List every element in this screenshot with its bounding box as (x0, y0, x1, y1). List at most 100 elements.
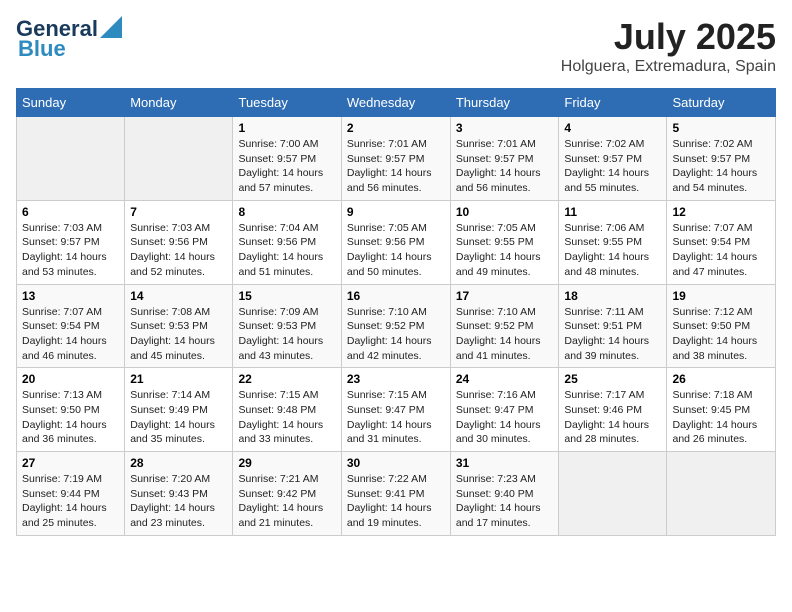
calendar-cell: 6Sunrise: 7:03 AMSunset: 9:57 PMDaylight… (17, 200, 125, 284)
day-info: Sunrise: 7:21 AMSunset: 9:42 PMDaylight:… (238, 472, 335, 531)
day-info: Sunrise: 7:13 AMSunset: 9:50 PMDaylight:… (22, 388, 119, 447)
day-number: 3 (456, 121, 554, 135)
day-info: Sunrise: 7:02 AMSunset: 9:57 PMDaylight:… (672, 137, 770, 196)
day-info: Sunrise: 7:07 AMSunset: 9:54 PMDaylight:… (22, 305, 119, 364)
day-info: Sunrise: 7:05 AMSunset: 9:56 PMDaylight:… (347, 221, 445, 280)
calendar-cell: 29Sunrise: 7:21 AMSunset: 9:42 PMDayligh… (233, 452, 341, 536)
day-info: Sunrise: 7:05 AMSunset: 9:55 PMDaylight:… (456, 221, 554, 280)
day-number: 16 (347, 289, 445, 303)
day-number: 14 (130, 289, 227, 303)
day-number: 18 (564, 289, 661, 303)
day-number: 26 (672, 372, 770, 386)
calendar-cell: 13 Sunrise: 7:07 AMSunset: 9:54 PMDayligh… (17, 284, 125, 368)
calendar-week-row: 27 Sunrise: 7:19 AMSunset: 9:44 PMDayligh… (17, 452, 776, 536)
day-number: 6 (22, 205, 119, 219)
day-info: Sunrise: 7:01 AMSunset: 9:57 PMDaylight:… (347, 137, 445, 196)
calendar-cell: 15 Sunrise: 7:09 AMSunset: 9:53 PMDayligh… (233, 284, 341, 368)
day-number: 1 (238, 121, 335, 135)
day-info: Sunrise: 7:01 AMSunset: 9:57 PMDaylight:… (456, 137, 554, 196)
calendar-cell: 2 Sunrise: 7:01 AMSunset: 9:57 PMDaylight… (341, 117, 450, 201)
day-info: Sunrise: 7:02 AMSunset: 9:57 PMDaylight:… (564, 137, 661, 196)
day-number: 5 (672, 121, 770, 135)
logo: General Blue (16, 16, 122, 62)
day-info: Sunrise: 7:07 AMSunset: 9:54 PMDaylight:… (672, 221, 770, 280)
calendar-week-row: 20 Sunrise: 7:13 AMSunset: 9:50 PMDayligh… (17, 368, 776, 452)
day-info: Sunrise: 7:10 AMSunset: 9:52 PMDaylight:… (347, 305, 445, 364)
day-info: Sunrise: 7:10 AMSunset: 9:52 PMDaylight:… (456, 305, 554, 364)
day-info: Sunrise: 7:19 AMSunset: 9:44 PMDaylight:… (22, 472, 119, 531)
day-number: 21 (130, 372, 227, 386)
day-info: Sunrise: 7:03 AMSunset: 9:56 PMDaylight:… (130, 221, 227, 280)
calendar-table: SundayMondayTuesdayWednesdayThursdayFrid… (16, 88, 776, 536)
day-info: Sunrise: 7:20 AMSunset: 9:43 PMDaylight:… (130, 472, 227, 531)
day-info: Sunrise: 7:00 AMSunset: 9:57 PMDaylight:… (238, 137, 335, 196)
day-number: 28 (130, 456, 227, 470)
calendar-cell: 16 Sunrise: 7:10 AMSunset: 9:52 PMDayligh… (341, 284, 450, 368)
calendar-header-row: SundayMondayTuesdayWednesdayThursdayFrid… (17, 89, 776, 117)
day-number: 24 (456, 372, 554, 386)
day-number: 19 (672, 289, 770, 303)
calendar-cell: 5 Sunrise: 7:02 AMSunset: 9:57 PMDaylight… (667, 117, 776, 201)
day-number: 27 (22, 456, 119, 470)
day-number: 10 (456, 205, 554, 219)
calendar-body: 1 Sunrise: 7:00 AMSunset: 9:57 PMDaylight… (17, 117, 776, 536)
calendar-cell: 23 Sunrise: 7:15 AMSunset: 9:47 PMDayligh… (341, 368, 450, 452)
calendar-cell: 21 Sunrise: 7:14 AMSunset: 9:49 PMDayligh… (125, 368, 233, 452)
calendar-cell: 10 Sunrise: 7:05 AMSunset: 9:55 PMDayligh… (450, 200, 559, 284)
calendar-cell: 25 Sunrise: 7:17 AMSunset: 9:46 PMDayligh… (559, 368, 667, 452)
day-info: Sunrise: 7:17 AMSunset: 9:46 PMDaylight:… (564, 388, 661, 447)
day-info: Sunrise: 7:18 AMSunset: 9:45 PMDaylight:… (672, 388, 770, 447)
day-info: Sunrise: 7:15 AMSunset: 9:47 PMDaylight:… (347, 388, 445, 447)
calendar-cell (667, 452, 776, 536)
calendar-cell (17, 117, 125, 201)
calendar-cell: 30Sunrise: 7:22 AMSunset: 9:41 PMDayligh… (341, 452, 450, 536)
weekday-header: Saturday (667, 89, 776, 117)
calendar-cell (125, 117, 233, 201)
day-number: 15 (238, 289, 335, 303)
weekday-header: Tuesday (233, 89, 341, 117)
day-info: Sunrise: 7:15 AMSunset: 9:48 PMDaylight:… (238, 388, 335, 447)
calendar-cell: 9 Sunrise: 7:05 AMSunset: 9:56 PMDaylight… (341, 200, 450, 284)
day-number: 7 (130, 205, 227, 219)
day-info: Sunrise: 7:06 AMSunset: 9:55 PMDaylight:… (564, 221, 661, 280)
calendar-week-row: 13 Sunrise: 7:07 AMSunset: 9:54 PMDayligh… (17, 284, 776, 368)
day-number: 22 (238, 372, 335, 386)
day-number: 30 (347, 456, 445, 470)
day-number: 2 (347, 121, 445, 135)
day-number: 25 (564, 372, 661, 386)
weekday-header: Sunday (17, 89, 125, 117)
calendar-cell: 12Sunrise: 7:07 AMSunset: 9:54 PMDayligh… (667, 200, 776, 284)
day-info: Sunrise: 7:08 AMSunset: 9:53 PMDaylight:… (130, 305, 227, 364)
calendar-cell: 26 Sunrise: 7:18 AMSunset: 9:45 PMDayligh… (667, 368, 776, 452)
calendar-cell: 19Sunrise: 7:12 AMSunset: 9:50 PMDayligh… (667, 284, 776, 368)
day-info: Sunrise: 7:14 AMSunset: 9:49 PMDaylight:… (130, 388, 227, 447)
calendar-cell: 24Sunrise: 7:16 AMSunset: 9:47 PMDayligh… (450, 368, 559, 452)
calendar-cell: 8 Sunrise: 7:04 AMSunset: 9:56 PMDaylight… (233, 200, 341, 284)
calendar-cell: 28 Sunrise: 7:20 AMSunset: 9:43 PMDayligh… (125, 452, 233, 536)
calendar-week-row: 6Sunrise: 7:03 AMSunset: 9:57 PMDaylight… (17, 200, 776, 284)
calendar-cell: 17 Sunrise: 7:10 AMSunset: 9:52 PMDayligh… (450, 284, 559, 368)
day-number: 8 (238, 205, 335, 219)
day-number: 17 (456, 289, 554, 303)
calendar-cell: 7 Sunrise: 7:03 AMSunset: 9:56 PMDaylight… (125, 200, 233, 284)
calendar-cell: 4Sunrise: 7:02 AMSunset: 9:57 PMDaylight… (559, 117, 667, 201)
location-title: Holguera, Extremadura, Spain (561, 58, 776, 76)
calendar-cell: 18Sunrise: 7:11 AMSunset: 9:51 PMDayligh… (559, 284, 667, 368)
logo-blue: Blue (18, 36, 66, 62)
weekday-header: Wednesday (341, 89, 450, 117)
day-number: 11 (564, 205, 661, 219)
calendar-cell: 14 Sunrise: 7:08 AMSunset: 9:53 PMDayligh… (125, 284, 233, 368)
day-info: Sunrise: 7:09 AMSunset: 9:53 PMDaylight:… (238, 305, 335, 364)
calendar-cell: 31Sunrise: 7:23 AMSunset: 9:40 PMDayligh… (450, 452, 559, 536)
day-number: 9 (347, 205, 445, 219)
day-number: 20 (22, 372, 119, 386)
calendar-cell (559, 452, 667, 536)
calendar-cell: 22 Sunrise: 7:15 AMSunset: 9:48 PMDayligh… (233, 368, 341, 452)
day-info: Sunrise: 7:23 AMSunset: 9:40 PMDaylight:… (456, 472, 554, 531)
calendar-cell: 27 Sunrise: 7:19 AMSunset: 9:44 PMDayligh… (17, 452, 125, 536)
weekday-header: Thursday (450, 89, 559, 117)
day-info: Sunrise: 7:04 AMSunset: 9:56 PMDaylight:… (238, 221, 335, 280)
day-number: 13 (22, 289, 119, 303)
calendar-cell: 11 Sunrise: 7:06 AMSunset: 9:55 PMDayligh… (559, 200, 667, 284)
day-number: 23 (347, 372, 445, 386)
